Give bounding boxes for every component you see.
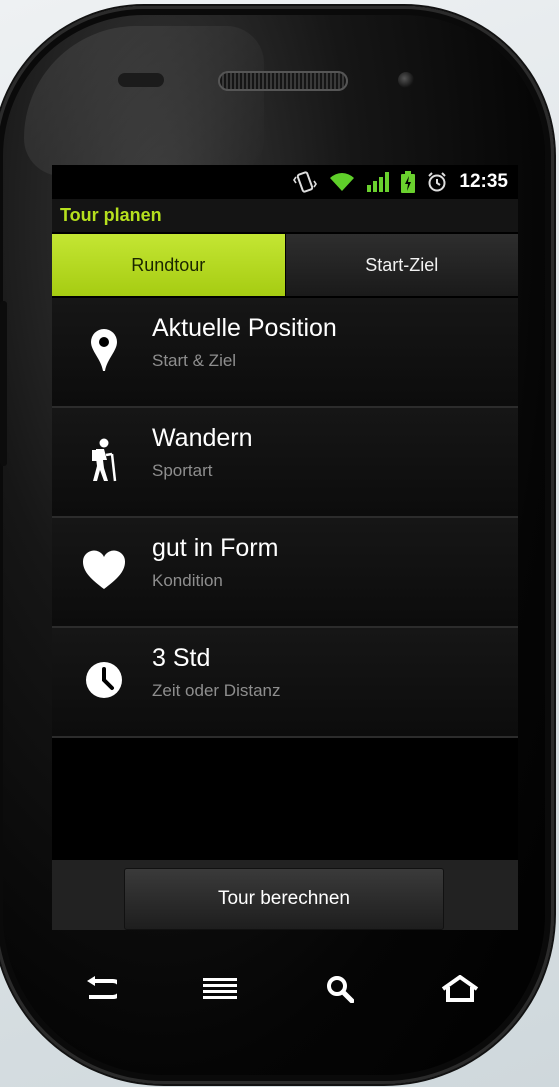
list-item-title: Wandern — [152, 424, 253, 452]
page-title: Tour planen — [60, 205, 162, 225]
signal-icon — [367, 172, 390, 192]
list-item-title: gut in Form — [152, 534, 279, 562]
volume-button — [0, 301, 7, 466]
list-item-subtitle: Sportart — [152, 461, 213, 480]
list-item-subtitle: Kondition — [152, 571, 223, 590]
heart-icon — [82, 548, 126, 592]
calculate-tour-button[interactable]: Tour berechnen — [124, 868, 444, 930]
menu-button[interactable] — [190, 965, 250, 1013]
battery-charging-icon — [401, 171, 416, 193]
proximity-sensor — [118, 73, 164, 87]
home-icon — [441, 975, 479, 1002]
list-item-condition[interactable]: gut in Form Kondition — [52, 518, 518, 628]
list-item-subtitle: Start & Ziel — [152, 351, 237, 370]
clock-time: 12:35 — [459, 171, 508, 192]
back-arrow-icon — [87, 976, 117, 999]
search-button[interactable] — [310, 965, 370, 1013]
list-item-subtitle: Zeit oder Distanz — [152, 681, 281, 700]
title-bar: Tour planen — [52, 199, 518, 232]
alarm-icon — [428, 172, 447, 192]
list-item-title: Aktuelle Position — [152, 314, 337, 342]
options-list: Aktuelle Position Start & Ziel Wandern S… — [52, 298, 518, 738]
hiker-icon — [82, 438, 126, 482]
clock-icon — [82, 658, 126, 702]
tab-start-ziel[interactable]: Start-Ziel — [284, 234, 518, 296]
front-camera — [398, 72, 414, 88]
home-button[interactable] — [430, 965, 490, 1013]
glass-reflection — [24, 26, 264, 176]
app-screen: 12:35 Tour planen Rundtour Start-Ziel Ak… — [52, 165, 518, 930]
bottom-action-bar: Tour berechnen — [52, 860, 518, 930]
list-item-position[interactable]: Aktuelle Position Start & Ziel — [52, 298, 518, 408]
status-bar: 12:35 — [52, 165, 518, 199]
search-icon — [327, 976, 354, 1003]
earpiece-speaker — [218, 71, 348, 91]
location-pin-icon — [82, 328, 126, 372]
back-button[interactable] — [70, 965, 130, 1013]
list-item-sport[interactable]: Wandern Sportart — [52, 408, 518, 518]
navigation-bar — [70, 965, 490, 1013]
vibrate-icon — [293, 171, 318, 193]
list-item-title: 3 Std — [152, 644, 211, 672]
list-item-time[interactable]: 3 Std Zeit oder Distanz — [52, 628, 518, 738]
tab-rundtour[interactable]: Rundtour — [52, 234, 285, 296]
tour-type-tabs: Rundtour Start-Ziel — [52, 234, 518, 296]
menu-icon — [203, 978, 237, 999]
wifi-icon — [330, 173, 355, 191]
